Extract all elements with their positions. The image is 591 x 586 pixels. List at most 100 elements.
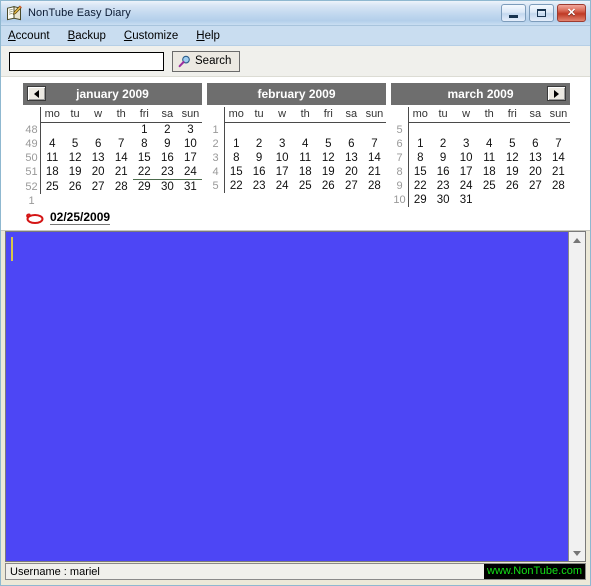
- vertical-scrollbar[interactable]: [568, 232, 585, 561]
- calendar-day-cell[interactable]: 7: [110, 137, 133, 151]
- calendar-day-cell[interactable]: 27: [340, 179, 363, 193]
- calendar-day-cell[interactable]: 13: [87, 151, 110, 165]
- website-link[interactable]: www.NonTube.com: [484, 564, 585, 579]
- next-month-button[interactable]: [547, 86, 566, 101]
- calendar-day-cell[interactable]: 31: [455, 193, 478, 207]
- calendar-day-cell[interactable]: 6: [340, 137, 363, 151]
- calendar-day-cell[interactable]: 15: [409, 165, 432, 179]
- calendar-day-cell[interactable]: 11: [478, 151, 501, 165]
- close-button[interactable]: ✕: [557, 4, 586, 22]
- calendar-day-cell[interactable]: 16: [432, 165, 455, 179]
- calendar-day-cell[interactable]: 8: [133, 137, 156, 151]
- calendar-day-cell[interactable]: 19: [64, 165, 87, 180]
- calendar-day-cell[interactable]: 29: [133, 180, 156, 195]
- calendar-day-cell[interactable]: 16: [248, 165, 271, 179]
- calendar-day-cell[interactable]: 24: [271, 179, 294, 193]
- calendar-day-cell[interactable]: 1: [409, 137, 432, 151]
- calendar-day-cell[interactable]: 15: [225, 165, 248, 179]
- calendar-day-cell[interactable]: 12: [317, 151, 340, 165]
- selected-date-text[interactable]: 02/25/2009: [50, 211, 110, 225]
- calendar-day-cell[interactable]: 18: [478, 165, 501, 179]
- calendar-day-cell[interactable]: 13: [340, 151, 363, 165]
- calendar-day-cell[interactable]: 11: [294, 151, 317, 165]
- calendar-day-cell[interactable]: 18: [294, 165, 317, 179]
- calendar-day-cell[interactable]: 22: [225, 179, 248, 193]
- calendar-day-cell[interactable]: 20: [524, 165, 547, 179]
- calendar-day-cell[interactable]: 2: [432, 137, 455, 151]
- calendar-day-cell[interactable]: 8: [225, 151, 248, 165]
- menu-item-help[interactable]: Help: [196, 29, 229, 43]
- calendar-day-cell[interactable]: 30: [432, 193, 455, 207]
- calendar-day-cell[interactable]: 28: [363, 179, 386, 193]
- calendar-day-cell[interactable]: 24: [179, 165, 202, 180]
- calendar-day-cell[interactable]: 25: [294, 179, 317, 193]
- calendar-day-cell[interactable]: 5: [64, 137, 87, 151]
- calendar-day-cell[interactable]: 23: [248, 179, 271, 193]
- maximize-button[interactable]: [529, 4, 554, 22]
- calendar-day-cell[interactable]: 4: [294, 137, 317, 151]
- scroll-up-button[interactable]: [569, 232, 585, 248]
- calendar-day-cell[interactable]: 22: [409, 179, 432, 193]
- calendar-day-cell[interactable]: 20: [340, 165, 363, 179]
- calendar-day-cell[interactable]: 3: [271, 137, 294, 151]
- calendar-day-cell[interactable]: 28: [110, 180, 133, 195]
- calendar-day-cell[interactable]: 21: [110, 165, 133, 180]
- calendar-day-cell[interactable]: 21: [547, 165, 570, 179]
- calendar-day-cell[interactable]: 12: [64, 151, 87, 165]
- calendar-day-cell[interactable]: 10: [455, 151, 478, 165]
- calendar-day-cell[interactable]: 10: [271, 151, 294, 165]
- menu-item-customize[interactable]: Customize: [124, 29, 187, 43]
- calendar-day-cell[interactable]: 5: [501, 137, 524, 151]
- calendar-day-cell[interactable]: 9: [156, 137, 179, 151]
- calendar-day-cell[interactable]: 12: [501, 151, 524, 165]
- calendar-day-cell[interactable]: 15: [133, 151, 156, 165]
- calendar-day-cell[interactable]: 31: [179, 180, 202, 195]
- calendar-day-cell[interactable]: 4: [478, 137, 501, 151]
- calendar-day-cell[interactable]: 26: [317, 179, 340, 193]
- calendar-day-cell[interactable]: 17: [271, 165, 294, 179]
- scrollbar-track[interactable]: [569, 248, 585, 545]
- calendar-day-cell[interactable]: 22: [133, 165, 156, 180]
- calendar-day-cell[interactable]: 11: [41, 151, 64, 165]
- calendar-day-cell[interactable]: 10: [179, 137, 202, 151]
- menu-item-account[interactable]: Account: [8, 29, 59, 43]
- calendar-day-cell[interactable]: 17: [455, 165, 478, 179]
- calendar-day-cell[interactable]: 26: [501, 179, 524, 193]
- calendar-day-cell[interactable]: 19: [317, 165, 340, 179]
- calendar-day-cell[interactable]: 5: [317, 137, 340, 151]
- calendar-day-cell[interactable]: 2: [156, 123, 179, 138]
- calendar-day-cell[interactable]: 25: [478, 179, 501, 193]
- calendar-day-cell[interactable]: 7: [547, 137, 570, 151]
- minimize-button[interactable]: [501, 4, 526, 22]
- search-input[interactable]: [9, 52, 164, 71]
- calendar-day-cell[interactable]: 14: [363, 151, 386, 165]
- calendar-day-cell[interactable]: 28: [547, 179, 570, 193]
- calendar-day-cell[interactable]: 6: [87, 137, 110, 151]
- calendar-day-cell[interactable]: 13: [524, 151, 547, 165]
- calendar-day-cell[interactable]: 17: [179, 151, 202, 165]
- calendar-day-cell[interactable]: 26: [64, 180, 87, 195]
- calendar-day-cell[interactable]: 25: [41, 180, 64, 195]
- calendar-day-cell[interactable]: 9: [432, 151, 455, 165]
- calendar-day-cell[interactable]: 29: [409, 193, 432, 207]
- diary-text-area[interactable]: [6, 232, 568, 561]
- calendar-day-cell[interactable]: 3: [179, 123, 202, 138]
- calendar-day-cell[interactable]: 7: [363, 137, 386, 151]
- calendar-day-cell[interactable]: 6: [524, 137, 547, 151]
- calendar-day-cell[interactable]: 9: [248, 151, 271, 165]
- calendar-day-cell[interactable]: 20: [87, 165, 110, 180]
- calendar-day-cell[interactable]: 2: [248, 137, 271, 151]
- prev-month-button[interactable]: [27, 86, 46, 101]
- calendar-day-cell[interactable]: 27: [87, 180, 110, 195]
- calendar-day-cell[interactable]: 4: [41, 137, 64, 151]
- calendar-day-cell[interactable]: 14: [547, 151, 570, 165]
- calendar-day-cell[interactable]: 18: [41, 165, 64, 180]
- calendar-day-cell[interactable]: 24: [455, 179, 478, 193]
- scroll-down-button[interactable]: [569, 545, 585, 561]
- calendar-day-cell[interactable]: 8: [409, 151, 432, 165]
- calendar-day-cell[interactable]: 14: [110, 151, 133, 165]
- calendar-day-cell[interactable]: 21: [363, 165, 386, 179]
- calendar-day-cell[interactable]: 16: [156, 151, 179, 165]
- calendar-day-cell[interactable]: 27: [524, 179, 547, 193]
- calendar-day-cell[interactable]: 3: [455, 137, 478, 151]
